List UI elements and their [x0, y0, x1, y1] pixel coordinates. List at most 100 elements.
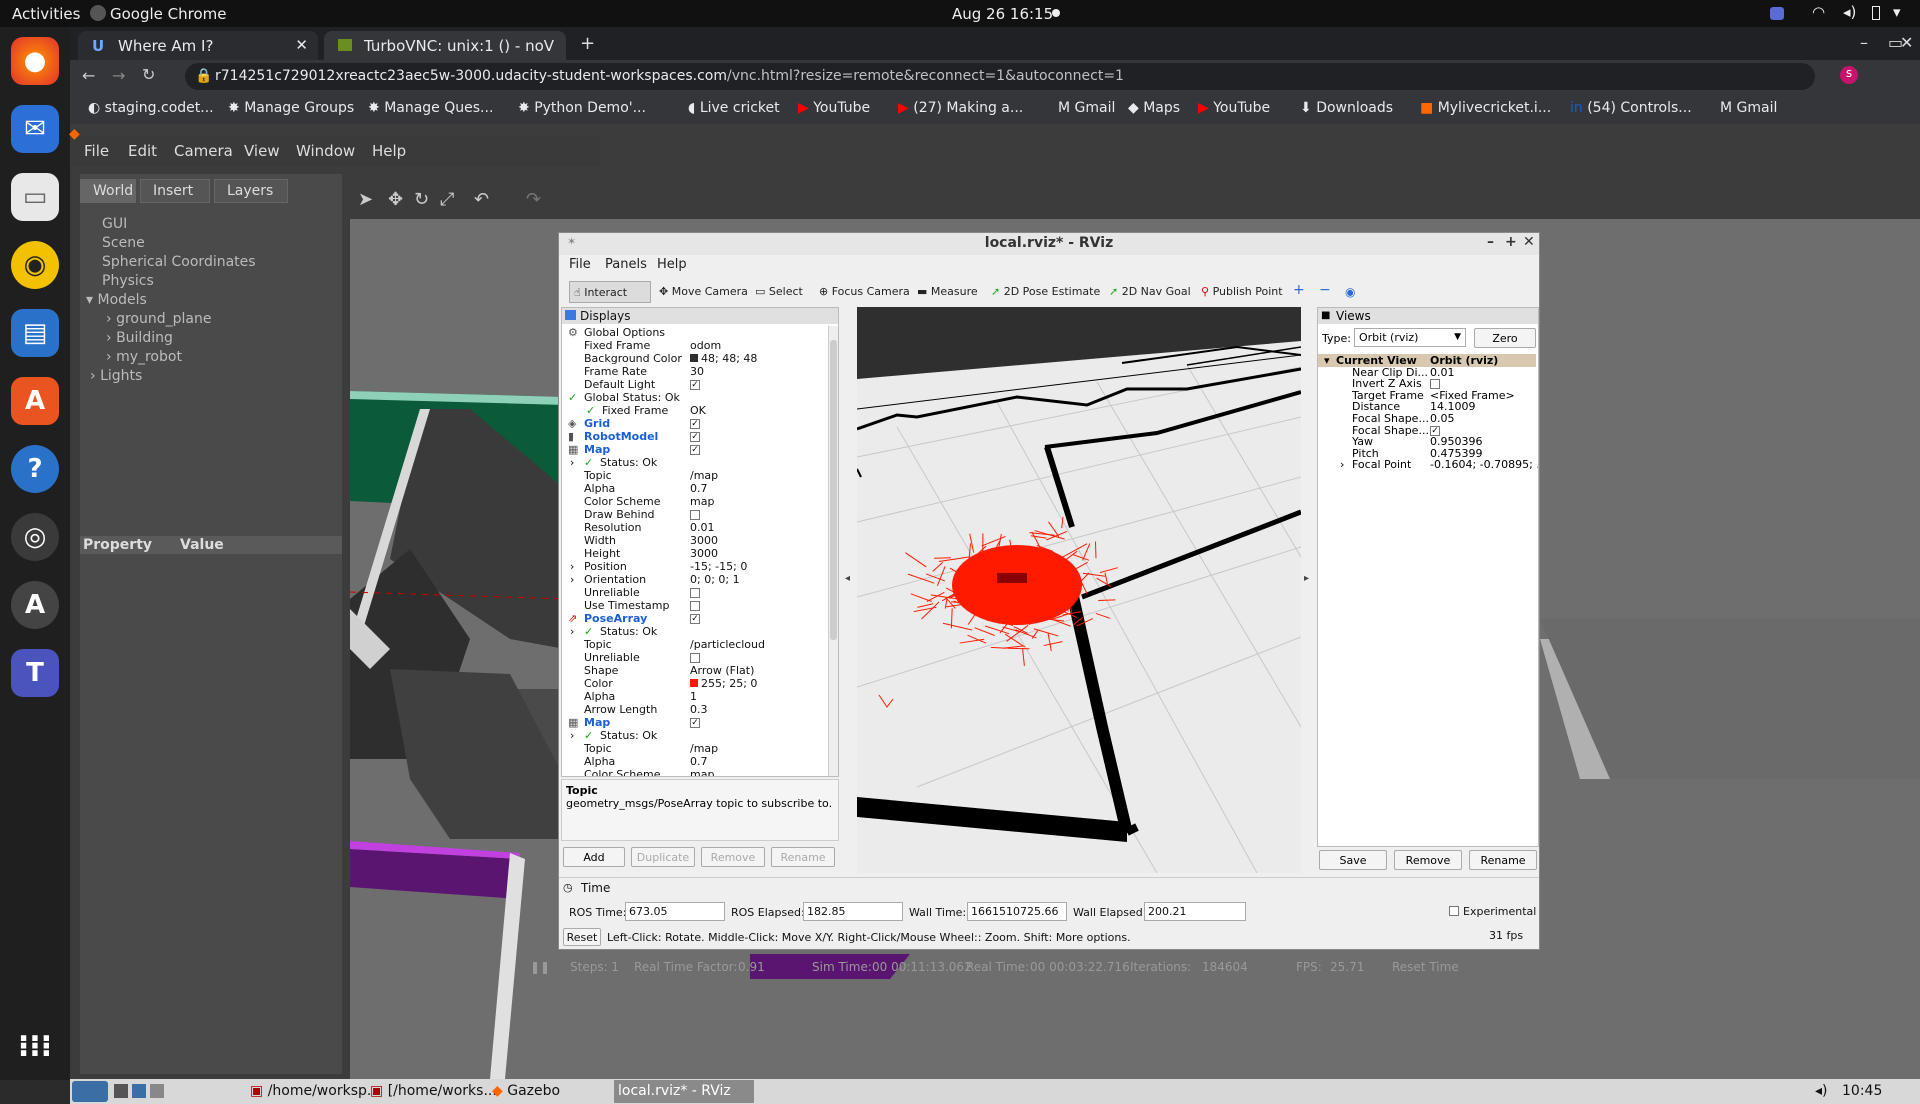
- show-apps-icon[interactable]: ⁝⁝⁝: [11, 1022, 59, 1070]
- row-value-cell[interactable]: ✓: [690, 443, 700, 456]
- display-row[interactable]: Topic/map: [562, 742, 824, 755]
- tool-options-icon[interactable]: ◉: [1341, 281, 1355, 303]
- menu-help[interactable]: Help: [372, 142, 406, 160]
- close-icon[interactable]: ✕: [1523, 234, 1535, 250]
- undo-icon[interactable]: ↶: [474, 189, 489, 210]
- row-value-cell[interactable]: 0.7: [690, 482, 708, 495]
- tree-models[interactable]: ▾ Models: [86, 292, 147, 308]
- tab-world[interactable]: World: [80, 179, 136, 203]
- checkbox[interactable]: [690, 510, 700, 520]
- row-value-cell[interactable]: ✓: [690, 378, 700, 391]
- display-row[interactable]: Alpha1: [562, 690, 824, 703]
- chrome-icon[interactable]: ◎: [11, 513, 59, 561]
- reset-time-button[interactable]: Reset: [563, 928, 601, 946]
- display-row[interactable]: Fixed Frameodom: [562, 339, 824, 352]
- tree-gui[interactable]: GUI: [102, 216, 127, 232]
- software-icon[interactable]: A: [11, 377, 59, 425]
- battery-icon[interactable]: [1872, 6, 1880, 20]
- rviz-menu-panels[interactable]: Panels: [605, 257, 647, 272]
- tree-building[interactable]: › Building: [106, 330, 173, 346]
- row-value-cell[interactable]: [690, 586, 700, 599]
- display-row[interactable]: Map▦✓: [562, 716, 824, 729]
- bookmark-item[interactable]: ■ Mylivecricket.i...: [1420, 100, 1551, 116]
- display-row[interactable]: Fixed Frame✓OK: [562, 404, 824, 417]
- display-row[interactable]: Unreliable: [562, 651, 824, 664]
- display-row[interactable]: Default Light✓: [562, 378, 824, 391]
- tool-select[interactable]: ▭ Select: [751, 281, 803, 303]
- checkbox[interactable]: ✓: [690, 380, 700, 390]
- expand-icon[interactable]: ›: [570, 560, 574, 573]
- taskbar-item-terminal1[interactable]: ▣ /home/worksp...: [250, 1083, 380, 1099]
- minimize-icon[interactable]: –: [1860, 33, 1868, 52]
- bookmark-item[interactable]: ◆ Maps: [1128, 100, 1180, 116]
- rviz-menu-help[interactable]: Help: [657, 257, 687, 272]
- views-remove-button[interactable]: Remove: [1394, 850, 1462, 870]
- tool-measure[interactable]: ▬ Measure: [913, 281, 978, 303]
- tab-layers[interactable]: Layers: [214, 179, 288, 203]
- row-value-cell[interactable]: [690, 651, 700, 664]
- expand-icon[interactable]: ›: [570, 729, 574, 742]
- ros-elapsed-field[interactable]: 182.85: [803, 902, 903, 921]
- row-value-cell[interactable]: [690, 599, 700, 612]
- row-value-cell[interactable]: 0.01: [690, 521, 715, 534]
- expand-icon[interactable]: ▾: [86, 292, 93, 308]
- display-row[interactable]: ShapeArrow (Flat): [562, 664, 824, 677]
- tree-scene[interactable]: Scene: [102, 235, 145, 251]
- help-icon[interactable]: ?: [11, 445, 59, 493]
- tree-spherical[interactable]: Spherical Coordinates: [102, 254, 256, 270]
- display-row[interactable]: Topic/particlecloud: [562, 638, 824, 651]
- checkbox[interactable]: [1430, 379, 1440, 389]
- expand-icon[interactable]: ›: [570, 573, 574, 586]
- display-row[interactable]: Position›-15; -15; 0: [562, 560, 824, 573]
- updater-icon[interactable]: A: [11, 581, 59, 629]
- wall-elapsed-field[interactable]: 200.21: [1144, 902, 1246, 921]
- taskbar-item-rviz[interactable]: local.rviz* - RViz: [614, 1080, 754, 1103]
- bookmark-item[interactable]: M Gmail: [1058, 100, 1115, 116]
- bookmark-item[interactable]: ✸ Manage Ques...: [368, 100, 493, 116]
- close-icon[interactable]: ✕: [295, 36, 308, 54]
- remove-display-button[interactable]: Remove: [701, 847, 765, 867]
- row-value-cell[interactable]: 3000: [690, 534, 718, 547]
- tree-physics[interactable]: Physics: [102, 273, 154, 289]
- row-value-cell[interactable]: odom: [690, 339, 721, 352]
- view-type-select[interactable]: Orbit (rviz)▼: [1354, 328, 1466, 347]
- row-value-cell[interactable]: 1: [690, 690, 697, 703]
- scale-tool-icon[interactable]: ⤢: [440, 189, 454, 210]
- views-rename-button[interactable]: Rename: [1469, 850, 1537, 870]
- display-row[interactable]: Arrow Length0.3: [562, 703, 824, 716]
- checkbox[interactable]: ✓: [690, 419, 700, 429]
- checkbox[interactable]: ✓: [690, 614, 700, 624]
- volume-icon[interactable]: ◂): [1815, 1083, 1828, 1099]
- back-icon[interactable]: ←: [82, 66, 95, 85]
- writer-icon[interactable]: ▤: [11, 309, 59, 357]
- tool-publish-point[interactable]: ⚲ Publish Point: [1197, 281, 1283, 303]
- expand-icon[interactable]: ›: [570, 625, 574, 638]
- collapse-left-icon[interactable]: ◂: [845, 573, 850, 584]
- expand-icon[interactable]: ›: [1340, 458, 1344, 471]
- collapse-right-icon[interactable]: ▸: [1304, 573, 1309, 584]
- menu-window[interactable]: Window: [296, 142, 355, 160]
- rviz-menu-file[interactable]: File: [569, 257, 591, 272]
- bookmark-item[interactable]: in (54) Controls...: [1570, 100, 1692, 116]
- display-row[interactable]: Alpha0.7: [562, 755, 824, 768]
- display-row[interactable]: Use Timestamp: [562, 599, 824, 612]
- vnc-viewport[interactable]: ◆ File Edit Camera View Window Help Worl…: [70, 124, 1920, 1080]
- tab-turbovnc[interactable]: TurboVNC: unix:1 () - noV: [324, 31, 566, 60]
- checkbox[interactable]: [690, 653, 700, 663]
- row-value-cell[interactable]: ✓: [690, 612, 700, 625]
- tool-2d-nav-goal[interactable]: ➚ 2D Nav Goal: [1105, 281, 1191, 303]
- view-value[interactable]: -0.1604; -0.70895; ...: [1430, 458, 1539, 471]
- view-row[interactable]: Focal Point›-0.1604; -0.70895; ...: [1318, 458, 1536, 471]
- activities-button[interactable]: Activities: [12, 5, 80, 23]
- start-menu-icon[interactable]: [72, 1081, 108, 1102]
- remove-tool-icon[interactable]: −: [1315, 278, 1331, 300]
- menu-view[interactable]: View: [244, 142, 280, 160]
- menu-camera[interactable]: Camera: [174, 142, 233, 160]
- rename-display-button[interactable]: Rename: [771, 847, 835, 867]
- bookmark-item[interactable]: ⬇ Downloads: [1300, 100, 1393, 116]
- select-tool-icon[interactable]: ➤: [358, 189, 373, 210]
- row-value-cell[interactable]: 0; 0; 0; 1: [690, 573, 740, 586]
- display-row[interactable]: Topic/map: [562, 469, 824, 482]
- display-row[interactable]: Grid◈✓: [562, 417, 824, 430]
- bookmark-item[interactable]: ◐ staging.codet...: [88, 100, 214, 116]
